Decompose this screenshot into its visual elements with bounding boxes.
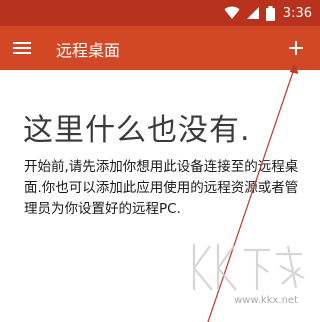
battery-icon bbox=[265, 5, 275, 21]
plus-icon bbox=[289, 41, 303, 55]
hamburger-menu-icon bbox=[13, 42, 31, 54]
add-connection-button[interactable] bbox=[284, 36, 308, 60]
empty-state-title: 这里什么也没有. bbox=[23, 113, 251, 148]
watermark-logo bbox=[192, 244, 305, 291]
menu-button[interactable] bbox=[10, 36, 34, 60]
wifi-icon bbox=[224, 6, 240, 19]
remote-desktop-screen: 3:36 远程桌面 这里什么也没有. 开始前,请先添加你想用此设备连接至的远程桌… bbox=[0, 0, 320, 322]
status-time: 3:36 bbox=[282, 5, 312, 21]
status-bar: 3:36 bbox=[0, 0, 320, 26]
empty-state-description: 开始前,请先添加你想用此设备连接至的远程桌面.你也可以添加此应用使用的远程资源或… bbox=[24, 159, 299, 217]
signal-icon bbox=[246, 7, 259, 19]
watermark: www.kkx.net bbox=[188, 238, 308, 308]
watermark-url: www.kkx.net bbox=[234, 295, 298, 306]
app-bar: 远程桌面 bbox=[0, 26, 320, 70]
app-title: 远程桌面 bbox=[56, 41, 121, 60]
status-icons: 3:36 bbox=[224, 4, 312, 22]
